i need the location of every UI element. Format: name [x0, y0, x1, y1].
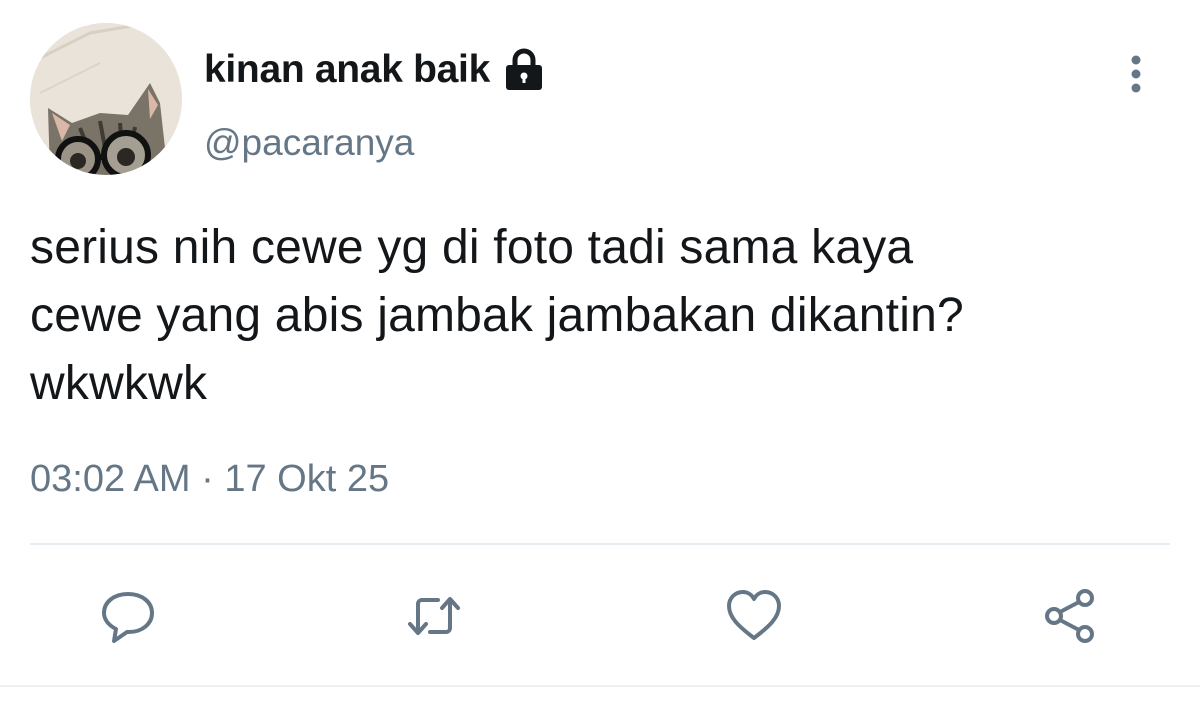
bottom-divider: [0, 685, 1200, 687]
share-button[interactable]: [1040, 586, 1100, 646]
tweet-text: serius nih cewe yg di foto tadi sama kay…: [30, 221, 964, 410]
share-icon: [1045, 589, 1094, 643]
more-options-icon[interactable]: [1118, 52, 1154, 96]
lock-icon: [500, 46, 548, 94]
user-handle[interactable]: @pacaranya: [204, 122, 414, 164]
tweet-timestamp[interactable]: 03:02 AM · 17 Okt 25: [30, 458, 389, 501]
retweet-icon: [408, 597, 460, 635]
avatar[interactable]: [30, 23, 182, 175]
heart-icon: [727, 590, 781, 640]
reply-button[interactable]: [98, 586, 158, 646]
display-name-text: kinan anak baik: [204, 48, 490, 91]
like-button[interactable]: [724, 586, 784, 646]
tweet-card: kinan anak baik @pacaranya serius nih ce…: [0, 0, 1200, 703]
display-name[interactable]: kinan anak baik: [204, 46, 548, 94]
comment-icon: [102, 592, 154, 643]
retweet-button[interactable]: [404, 586, 464, 646]
divider: [30, 543, 1170, 545]
